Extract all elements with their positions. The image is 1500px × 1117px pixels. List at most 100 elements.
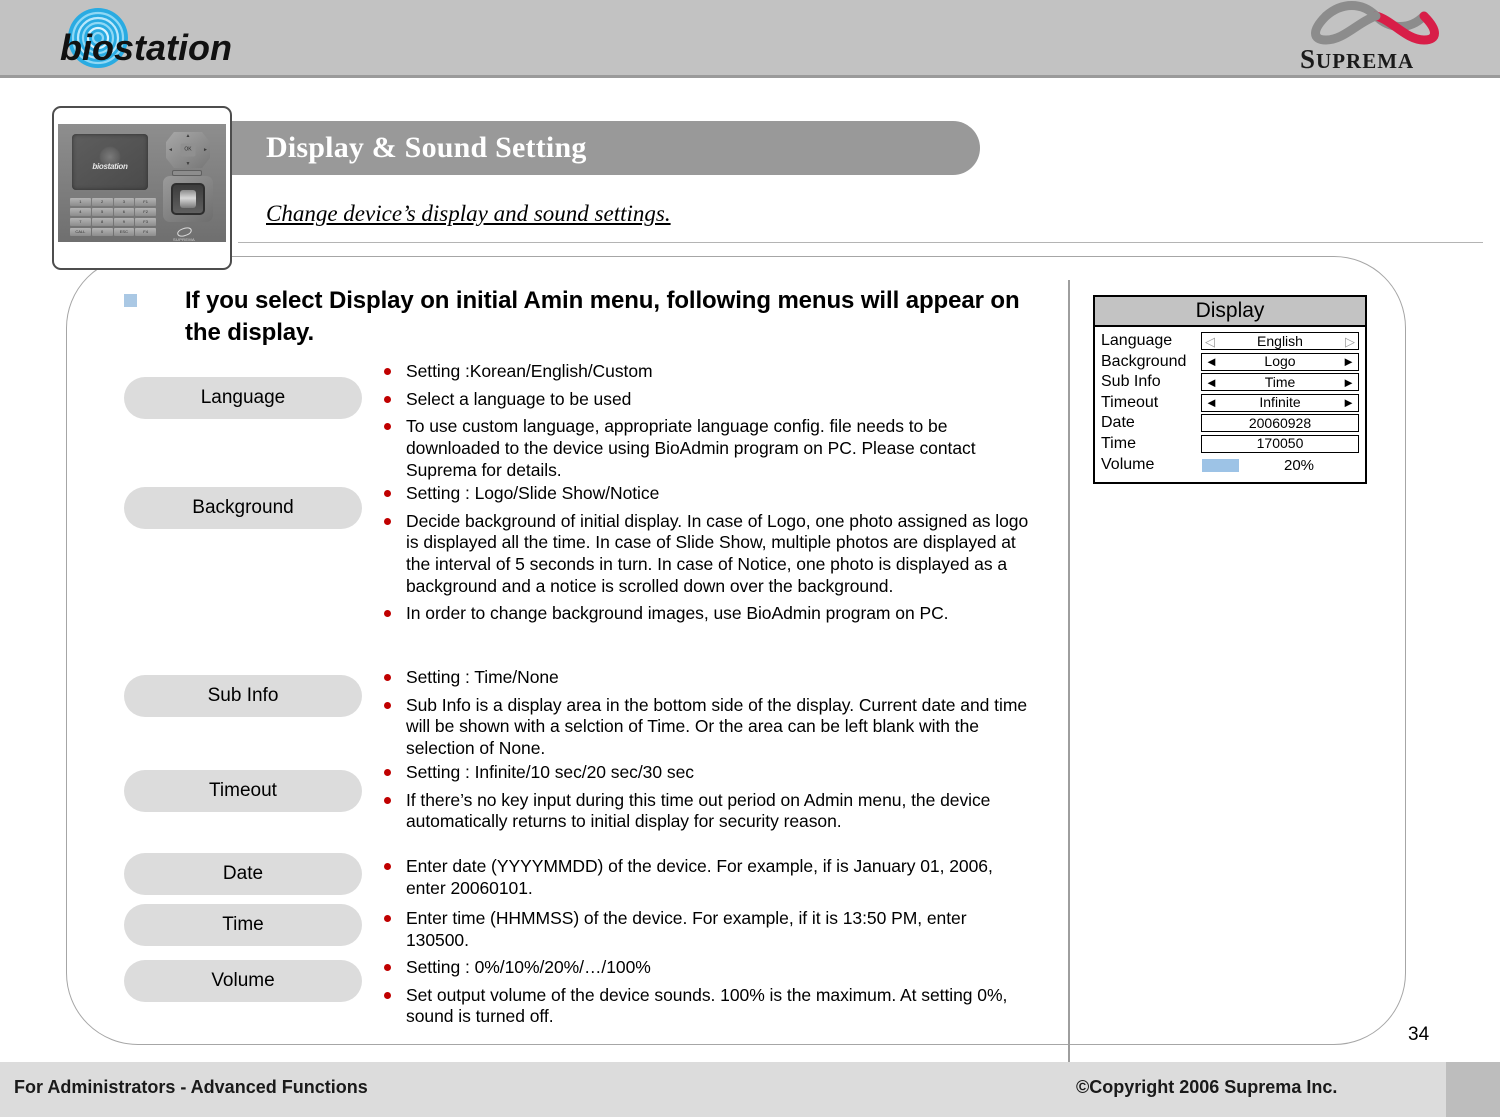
display-settings-panel: Display Language ◁ English ▷ Background … <box>1093 295 1367 484</box>
display-panel-rows: Language ◁ English ▷ Background ◄ Logo ►… <box>1095 327 1365 482</box>
bullet-item: Setting : 0%/10%/20%/…/100% <box>374 957 1034 979</box>
fingerprint-window <box>171 183 205 215</box>
display-row-time: Time 170050 <box>1101 434 1359 455</box>
chevron-left-icon[interactable]: ◄ <box>1205 396 1218 409</box>
footer-copyright: ©Copyright 2006 Suprema Inc. <box>1076 1077 1338 1097</box>
device-body: biostation ▲ ▼ ◄ ► OK 1 2 3 F1 4 5 6 F2 <box>58 124 226 242</box>
bullet-item: Setting : Time/None <box>374 667 1034 689</box>
chevron-right-icon[interactable]: ► <box>1342 376 1355 389</box>
page-title: Display & Sound Setting <box>266 131 587 164</box>
display-row-language: Language ◁ English ▷ <box>1101 331 1359 352</box>
pill-sub-info[interactable]: Sub Info <box>124 675 362 717</box>
pill-background[interactable]: Background <box>124 487 362 529</box>
key: 4 <box>70 208 91 216</box>
nav-left-icon: ◄ <box>168 147 173 153</box>
pill-date[interactable]: Date <box>124 853 362 895</box>
key: 5 <box>91 208 113 216</box>
row-label: Date <box>1101 414 1135 432</box>
background-stepper[interactable]: ◄ Logo ► <box>1201 352 1359 371</box>
keypad-row: 4 5 6 F2 <box>70 208 156 216</box>
headline: If you select Display on initial Amin me… <box>124 285 1024 348</box>
volume-slider[interactable]: 20% <box>1201 457 1359 474</box>
key: 0 <box>91 228 113 236</box>
device-keypad: 1 2 3 F1 4 5 6 F2 7 8 9 F3 CALL 0 ESC F4 <box>70 198 156 238</box>
chevron-left-icon[interactable]: ◄ <box>1205 376 1218 389</box>
page-subtitle: Change device’s display and sound settin… <box>266 201 671 226</box>
bullet-item: Set output volume of the device sounds. … <box>374 985 1034 1028</box>
row-label: Timeout <box>1101 393 1159 411</box>
background-value: Logo <box>1264 353 1296 370</box>
device-navigation-pad: ▲ ▼ ◄ ► OK <box>166 132 210 168</box>
top-banner: biostation SUPREMA <box>0 0 1500 78</box>
timeout-stepper[interactable]: ◄ Infinite ► <box>1201 393 1359 412</box>
bullets-volume: Setting : 0%/10%/20%/…/100% Set output v… <box>374 957 1034 1034</box>
display-row-timeout: Timeout ◄ Infinite ► <box>1101 393 1359 414</box>
bullets-date: Enter date (YYYYMMDD) of the device. For… <box>374 856 1034 905</box>
nav-ok-button: OK <box>180 143 196 157</box>
key: F2 <box>135 208 156 216</box>
biostation-logo-text: biostation <box>60 27 232 68</box>
footer-accent-block <box>1446 1062 1500 1117</box>
display-panel-title: Display <box>1095 297 1365 327</box>
key: CALL <box>70 228 91 236</box>
nav-right-icon: ► <box>203 147 208 153</box>
chevron-right-icon[interactable]: ► <box>1342 396 1355 409</box>
bullets-language: Setting :Korean/English/Custom Select a … <box>374 361 1034 487</box>
keypad-row: 1 2 3 F1 <box>70 198 156 206</box>
bullet-item: If there’s no key input during this time… <box>374 790 1034 833</box>
pill-time[interactable]: Time <box>124 904 362 946</box>
row-label: Background <box>1101 352 1187 370</box>
key: F3 <box>135 218 156 226</box>
suprema-logo-text: SUPREMA <box>1300 44 1414 74</box>
volume-bar-fill <box>1202 458 1239 472</box>
sub-info-stepper[interactable]: ◄ Time ► <box>1201 373 1359 392</box>
bullet-item: In order to change background images, us… <box>374 603 1034 625</box>
bullet-item: Decide background of initial display. In… <box>374 511 1034 598</box>
nav-down-icon: ▼ <box>185 161 191 167</box>
display-row-background: Background ◄ Logo ► <box>1101 352 1359 373</box>
key: 8 <box>91 218 113 226</box>
language-stepper[interactable]: ◁ English ▷ <box>1201 332 1359 351</box>
chevron-left-icon[interactable]: ◄ <box>1205 355 1218 368</box>
key: F4 <box>135 228 156 236</box>
row-label: Sub Info <box>1101 373 1161 391</box>
chevron-right-icon[interactable]: ▷ <box>1345 335 1355 348</box>
time-value: 170050 <box>1256 435 1304 452</box>
page-footer: For Administrators - Advanced Functions … <box>0 1062 1500 1117</box>
bullets-timeout: Setting : Infinite/10 sec/20 sec/30 sec … <box>374 762 1034 839</box>
page-title-bar: Display & Sound Setting <box>232 121 980 175</box>
row-label: Time <box>1101 434 1136 452</box>
bullet-item: To use custom language, appropriate lang… <box>374 416 1034 481</box>
square-bullet-icon <box>124 294 137 307</box>
bullet-item: Enter date (YYYYMMDD) of the device. For… <box>374 856 1034 899</box>
time-field[interactable]: 170050 <box>1201 434 1359 453</box>
key: 1 <box>70 198 91 206</box>
footer-left-text: For Administrators - Advanced Functions <box>14 1077 368 1097</box>
key: 6 <box>113 208 135 216</box>
device-brand-mark: SUPREMA <box>164 225 204 242</box>
volume-value: 20% <box>1283 456 1315 474</box>
bullet-item: Sub Info is a display area in the bottom… <box>374 695 1034 760</box>
bullet-item: Setting : Infinite/10 sec/20 sec/30 sec <box>374 762 1034 784</box>
chevron-right-icon[interactable]: ► <box>1342 355 1355 368</box>
bullet-item: Enter time (HHMMSS) of the device. For e… <box>374 908 1034 951</box>
pill-volume[interactable]: Volume <box>124 960 362 1002</box>
bullet-item: Setting :Korean/English/Custom <box>374 361 1034 383</box>
display-row-volume: Volume 20% <box>1101 454 1359 476</box>
page-number: 34 <box>1408 1024 1430 1045</box>
key: ESC <box>113 228 135 236</box>
chevron-left-icon[interactable]: ◁ <box>1205 335 1215 348</box>
timeout-value: Infinite <box>1259 394 1301 411</box>
date-value: 20060928 <box>1248 414 1312 431</box>
bullet-item: Setting : Logo/Slide Show/Notice <box>374 483 1034 505</box>
pill-language[interactable]: Language <box>124 377 362 419</box>
header-divider <box>238 242 1483 243</box>
pill-timeout[interactable]: Timeout <box>124 770 362 812</box>
suprema-logo: SUPREMA <box>1296 0 1476 78</box>
device-screen-label: biostation <box>92 162 128 171</box>
device-screen: biostation <box>72 134 148 190</box>
language-value: English <box>1257 332 1303 349</box>
key: 9 <box>113 218 135 226</box>
date-field[interactable]: 20060928 <box>1201 414 1359 433</box>
bullets-background: Setting : Logo/Slide Show/Notice Decide … <box>374 483 1034 631</box>
